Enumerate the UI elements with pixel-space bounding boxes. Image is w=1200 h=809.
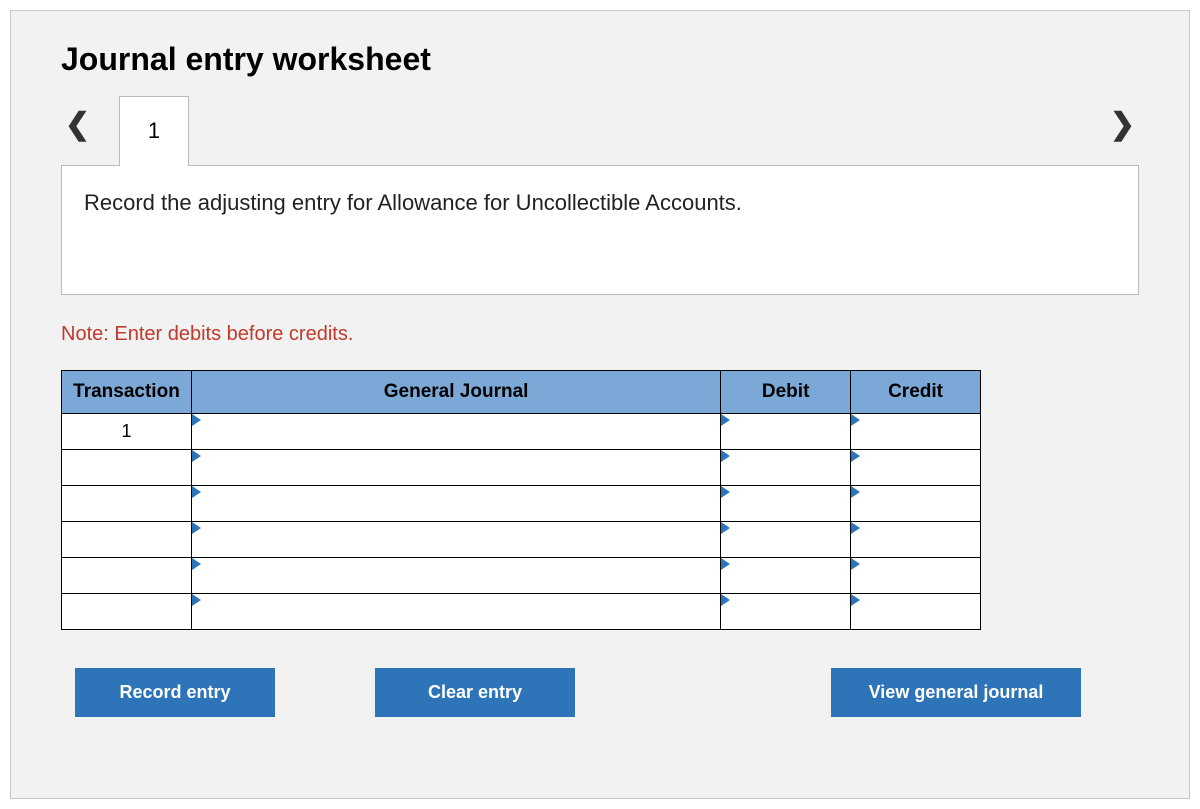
cell-debit[interactable] xyxy=(721,450,851,486)
header-transaction: Transaction xyxy=(62,371,192,414)
cell-general-journal[interactable] xyxy=(191,486,720,522)
table-row xyxy=(62,558,981,594)
table-row: 1 xyxy=(62,414,981,450)
cell-transaction xyxy=(62,486,192,522)
table-header-row: Transaction General Journal Debit Credit xyxy=(62,371,981,414)
header-debit: Debit xyxy=(721,371,851,414)
clear-entry-button[interactable]: Clear entry xyxy=(375,668,575,717)
page-title: Journal entry worksheet xyxy=(61,41,1139,78)
button-row: Record entry Clear entry View general jo… xyxy=(61,668,1081,717)
tab-navigation: ❮ 1 ❯ xyxy=(61,96,1139,166)
cell-credit[interactable] xyxy=(851,450,981,486)
cell-credit[interactable] xyxy=(851,522,981,558)
table-row xyxy=(62,450,981,486)
cell-debit[interactable] xyxy=(721,414,851,450)
table-row xyxy=(62,522,981,558)
cell-debit[interactable] xyxy=(721,486,851,522)
cell-credit[interactable] xyxy=(851,594,981,630)
worksheet-frame: Journal entry worksheet ❮ 1 ❯ Record the… xyxy=(10,10,1190,799)
cell-transaction xyxy=(62,558,192,594)
header-general-journal: General Journal xyxy=(191,371,720,414)
cell-credit[interactable] xyxy=(851,558,981,594)
next-tab-button[interactable]: ❯ xyxy=(1110,110,1135,140)
cell-general-journal[interactable] xyxy=(191,522,720,558)
cell-transaction xyxy=(62,594,192,630)
cell-debit[interactable] xyxy=(721,522,851,558)
journal-table-wrap: Transaction General Journal Debit Credit… xyxy=(61,370,981,630)
instruction-text: Record the adjusting entry for Allowance… xyxy=(84,190,742,215)
journal-table: Transaction General Journal Debit Credit… xyxy=(61,370,981,630)
note-text: Note: Enter debits before credits. xyxy=(61,323,1139,346)
cell-general-journal[interactable] xyxy=(191,594,720,630)
table-row xyxy=(62,594,981,630)
cell-debit[interactable] xyxy=(721,594,851,630)
prev-tab-button[interactable]: ❮ xyxy=(65,110,90,140)
cell-general-journal[interactable] xyxy=(191,414,720,450)
header-credit: Credit xyxy=(851,371,981,414)
record-entry-button[interactable]: Record entry xyxy=(75,668,275,717)
cell-transaction xyxy=(62,522,192,558)
cell-transaction xyxy=(62,450,192,486)
cell-debit[interactable] xyxy=(721,558,851,594)
tab-mask xyxy=(120,165,188,167)
view-general-journal-button[interactable]: View general journal xyxy=(831,668,1081,717)
tab-1[interactable]: 1 xyxy=(119,96,189,166)
cell-credit[interactable] xyxy=(851,414,981,450)
cell-general-journal[interactable] xyxy=(191,558,720,594)
instruction-box: Record the adjusting entry for Allowance… xyxy=(61,165,1139,295)
cell-general-journal[interactable] xyxy=(191,450,720,486)
cell-credit[interactable] xyxy=(851,486,981,522)
cell-transaction: 1 xyxy=(62,414,192,450)
table-row xyxy=(62,486,981,522)
